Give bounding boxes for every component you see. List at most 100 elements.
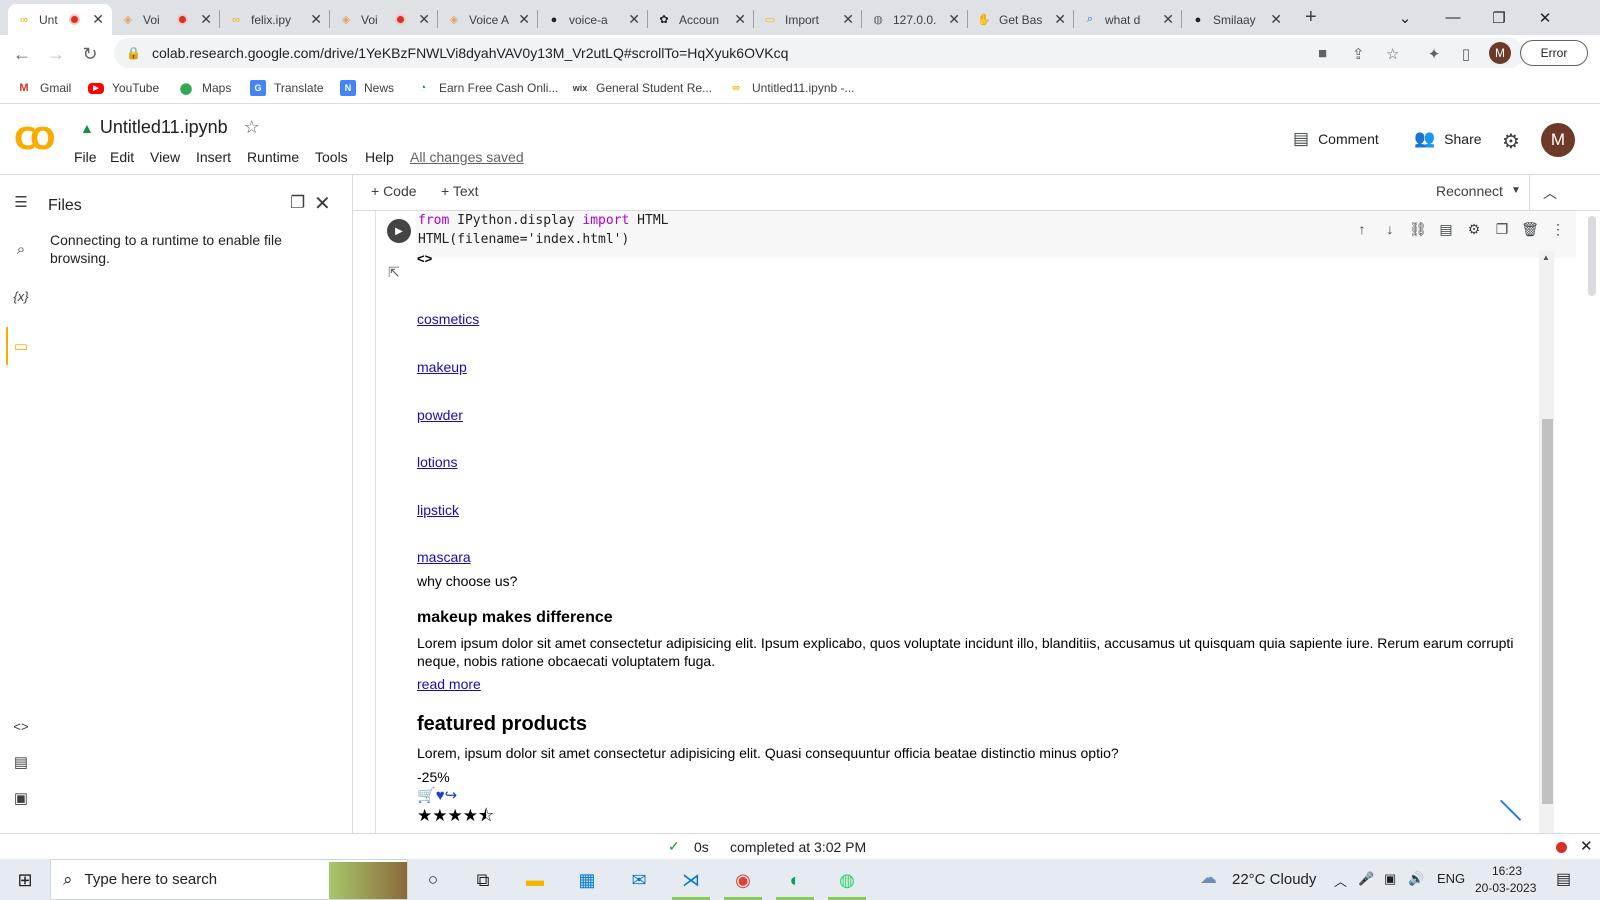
open-in-tab-icon[interactable]: ❐ bbox=[290, 193, 305, 213]
mail-icon[interactable]: ✉ bbox=[622, 865, 656, 895]
browser-tab[interactable]: ◈ Voi ✕ bbox=[330, 4, 438, 35]
menu-view[interactable]: View bbox=[150, 149, 180, 165]
link-lipstick[interactable]: lipstick bbox=[417, 502, 459, 518]
bookmark-youtube[interactable]: ▶ YouTube bbox=[88, 78, 159, 98]
bookmark-gmail[interactable]: M Gmail bbox=[16, 78, 71, 98]
colab-logo[interactable]: CO bbox=[14, 122, 55, 157]
menu-edit[interactable]: Edit bbox=[110, 149, 134, 165]
menu-insert[interactable]: Insert bbox=[196, 149, 231, 165]
reconnect-button[interactable]: Reconnect bbox=[1436, 183, 1503, 199]
notebook-name[interactable]: Untitled11.ipynb bbox=[100, 117, 228, 138]
terminal-icon[interactable]: ▣ bbox=[10, 787, 32, 809]
collapse-header-icon[interactable]: ︿ bbox=[1543, 183, 1557, 203]
weather-widget[interactable]: 22°C Cloudy bbox=[1232, 871, 1316, 888]
page-scrollbar[interactable] bbox=[1583, 211, 1600, 833]
code-snippets-icon[interactable]: <> bbox=[10, 715, 32, 737]
page-scroll-thumb[interactable] bbox=[1588, 216, 1596, 296]
file-explorer-icon[interactable]: ▬ bbox=[518, 865, 552, 895]
link-makeup[interactable]: makeup bbox=[417, 359, 467, 375]
close-tab-icon[interactable]: ✕ bbox=[310, 11, 322, 28]
side-panel-icon[interactable]: ▯ bbox=[1452, 40, 1480, 68]
browser-tab[interactable]: ∞ Unt ✕ bbox=[8, 4, 112, 35]
browser-tab[interactable]: ● voice-a ✕ bbox=[538, 4, 648, 35]
output-scroll-thumb[interactable] bbox=[1542, 419, 1553, 804]
bookmark-untitled11[interactable]: ∞ Untitled11.ipynb -... bbox=[728, 78, 854, 98]
run-cell-button[interactable]: ▶ bbox=[387, 219, 411, 243]
browser-tab[interactable]: ◈ Voi ✕ bbox=[112, 4, 220, 35]
output-scrollbar[interactable]: ▲ bbox=[1539, 251, 1554, 833]
table-of-contents-icon[interactable]: ☰ bbox=[10, 191, 32, 213]
bookmark-maps[interactable]: ⬤ Maps bbox=[178, 78, 232, 98]
edge-icon[interactable]: ◐ bbox=[778, 865, 812, 895]
link-cosmetics[interactable]: cosmetics bbox=[417, 311, 479, 327]
move-down-icon[interactable]: ↓ bbox=[1376, 221, 1404, 237]
menu-file[interactable]: File bbox=[74, 149, 97, 165]
share-button[interactable]: 👥 Share bbox=[1414, 129, 1482, 149]
share-page-icon[interactable]: ⇪ bbox=[1352, 45, 1365, 63]
browser-tab[interactable]: ✿ Accoun ✕ bbox=[648, 4, 754, 35]
more-options-icon[interactable]: ⋮ bbox=[1544, 221, 1572, 238]
folder-icon[interactable]: ▭ bbox=[10, 335, 32, 357]
read-more-link[interactable]: read more bbox=[417, 676, 481, 692]
output-actions-icon[interactable]: ⇱ bbox=[388, 264, 400, 281]
close-tab-icon[interactable]: ✕ bbox=[842, 11, 854, 28]
delete-icon[interactable]: 🗑 bbox=[1516, 221, 1544, 238]
close-tab-icon[interactable]: ✕ bbox=[948, 11, 960, 28]
add-code-button[interactable]: + Code bbox=[371, 183, 417, 199]
browser-tab[interactable]: ▭ Import ✕ bbox=[754, 4, 862, 35]
close-tab-icon[interactable]: ✕ bbox=[518, 11, 530, 28]
add-text-button[interactable]: + Text bbox=[441, 183, 479, 199]
clock-date[interactable]: 20-03-2023 bbox=[1475, 881, 1536, 895]
cell-settings-icon[interactable]: ⚙ bbox=[1460, 221, 1488, 238]
close-tab-icon[interactable]: ✕ bbox=[92, 11, 104, 28]
star-icon[interactable]: ☆ bbox=[244, 117, 260, 138]
settings-gear-icon[interactable]: ⚙ bbox=[1502, 129, 1520, 154]
browser-tab[interactable]: ◍ 127.0.0. ✕ bbox=[862, 4, 968, 35]
save-status[interactable]: All changes saved bbox=[410, 149, 524, 165]
close-tab-icon[interactable]: ✕ bbox=[418, 11, 430, 28]
new-tab-button[interactable]: + bbox=[1305, 6, 1317, 29]
address-bar[interactable]: 🔒 colab.research.google.com/drive/1YeKBz… bbox=[114, 38, 1524, 68]
minimize-icon[interactable]: — bbox=[1430, 0, 1476, 35]
browser-tab[interactable]: ◈ Voice A ✕ bbox=[438, 4, 538, 35]
close-files-icon[interactable]: ✕ bbox=[314, 191, 331, 216]
browser-tab[interactable]: ● Smilaay ✕ bbox=[1182, 4, 1290, 35]
vscode-icon[interactable]: ⋊ bbox=[674, 865, 708, 895]
link-powder[interactable]: powder bbox=[417, 407, 463, 423]
windows-start-icon[interactable]: ⊞ bbox=[8, 865, 42, 895]
share-arrow-icon[interactable]: ↪ bbox=[445, 787, 458, 804]
link-lotions[interactable]: lotions bbox=[417, 454, 457, 470]
bookmark-star-icon[interactable]: ☆ bbox=[1386, 45, 1399, 63]
extensions-icon[interactable]: ✦ bbox=[1420, 40, 1448, 68]
mirror-cell-icon[interactable]: ❐ bbox=[1488, 221, 1516, 238]
browser-tab[interactable]: ✋ Get Bas ✕ bbox=[968, 4, 1074, 35]
menu-help[interactable]: Help bbox=[365, 149, 394, 165]
language-indicator[interactable]: ENG bbox=[1437, 871, 1465, 886]
taskbar-search[interactable]: ⌕ Type here to search bbox=[50, 859, 408, 900]
clock-time[interactable]: 16:23 bbox=[1492, 864, 1522, 878]
output-toggle-icon[interactable]: <> bbox=[417, 251, 432, 266]
variables-icon[interactable]: {x} bbox=[10, 285, 32, 307]
microphone-icon[interactable]: 🎤 bbox=[1358, 871, 1374, 887]
store-icon[interactable]: ▦ bbox=[570, 865, 604, 895]
heart-icon[interactable]: ♥ bbox=[436, 787, 445, 804]
bookmark-translate[interactable]: G Translate bbox=[250, 78, 324, 98]
cortana-icon[interactable]: ○ bbox=[416, 865, 450, 895]
error-button[interactable]: Error bbox=[1520, 40, 1588, 66]
close-tab-icon[interactable]: ✕ bbox=[1162, 11, 1174, 28]
search-icon[interactable]: ⌕ bbox=[10, 238, 32, 260]
task-view-icon[interactable]: ⧉ bbox=[466, 865, 500, 895]
browser-tab[interactable]: ∞ felix.ipy ✕ bbox=[220, 4, 330, 35]
close-tab-icon[interactable]: ✕ bbox=[628, 11, 640, 28]
close-tab-icon[interactable]: ✕ bbox=[734, 11, 746, 28]
close-status-icon[interactable]: ✕ bbox=[1580, 837, 1593, 855]
command-palette-icon[interactable]: ▤ bbox=[10, 751, 32, 773]
scroll-up-arrow-icon[interactable]: ▲ bbox=[1542, 253, 1550, 262]
whatsapp-icon[interactable]: ◍ bbox=[830, 865, 864, 895]
link-mascara[interactable]: mascara bbox=[417, 549, 471, 565]
move-up-icon[interactable]: ↑ bbox=[1348, 221, 1376, 237]
bookmark-news[interactable]: N News bbox=[340, 78, 394, 98]
reload-icon[interactable]: ↻ bbox=[76, 40, 104, 68]
tab-search-icon[interactable]: ⌄ bbox=[1382, 0, 1428, 35]
runtime-dropdown-icon[interactable]: ▼ bbox=[1511, 185, 1521, 196]
